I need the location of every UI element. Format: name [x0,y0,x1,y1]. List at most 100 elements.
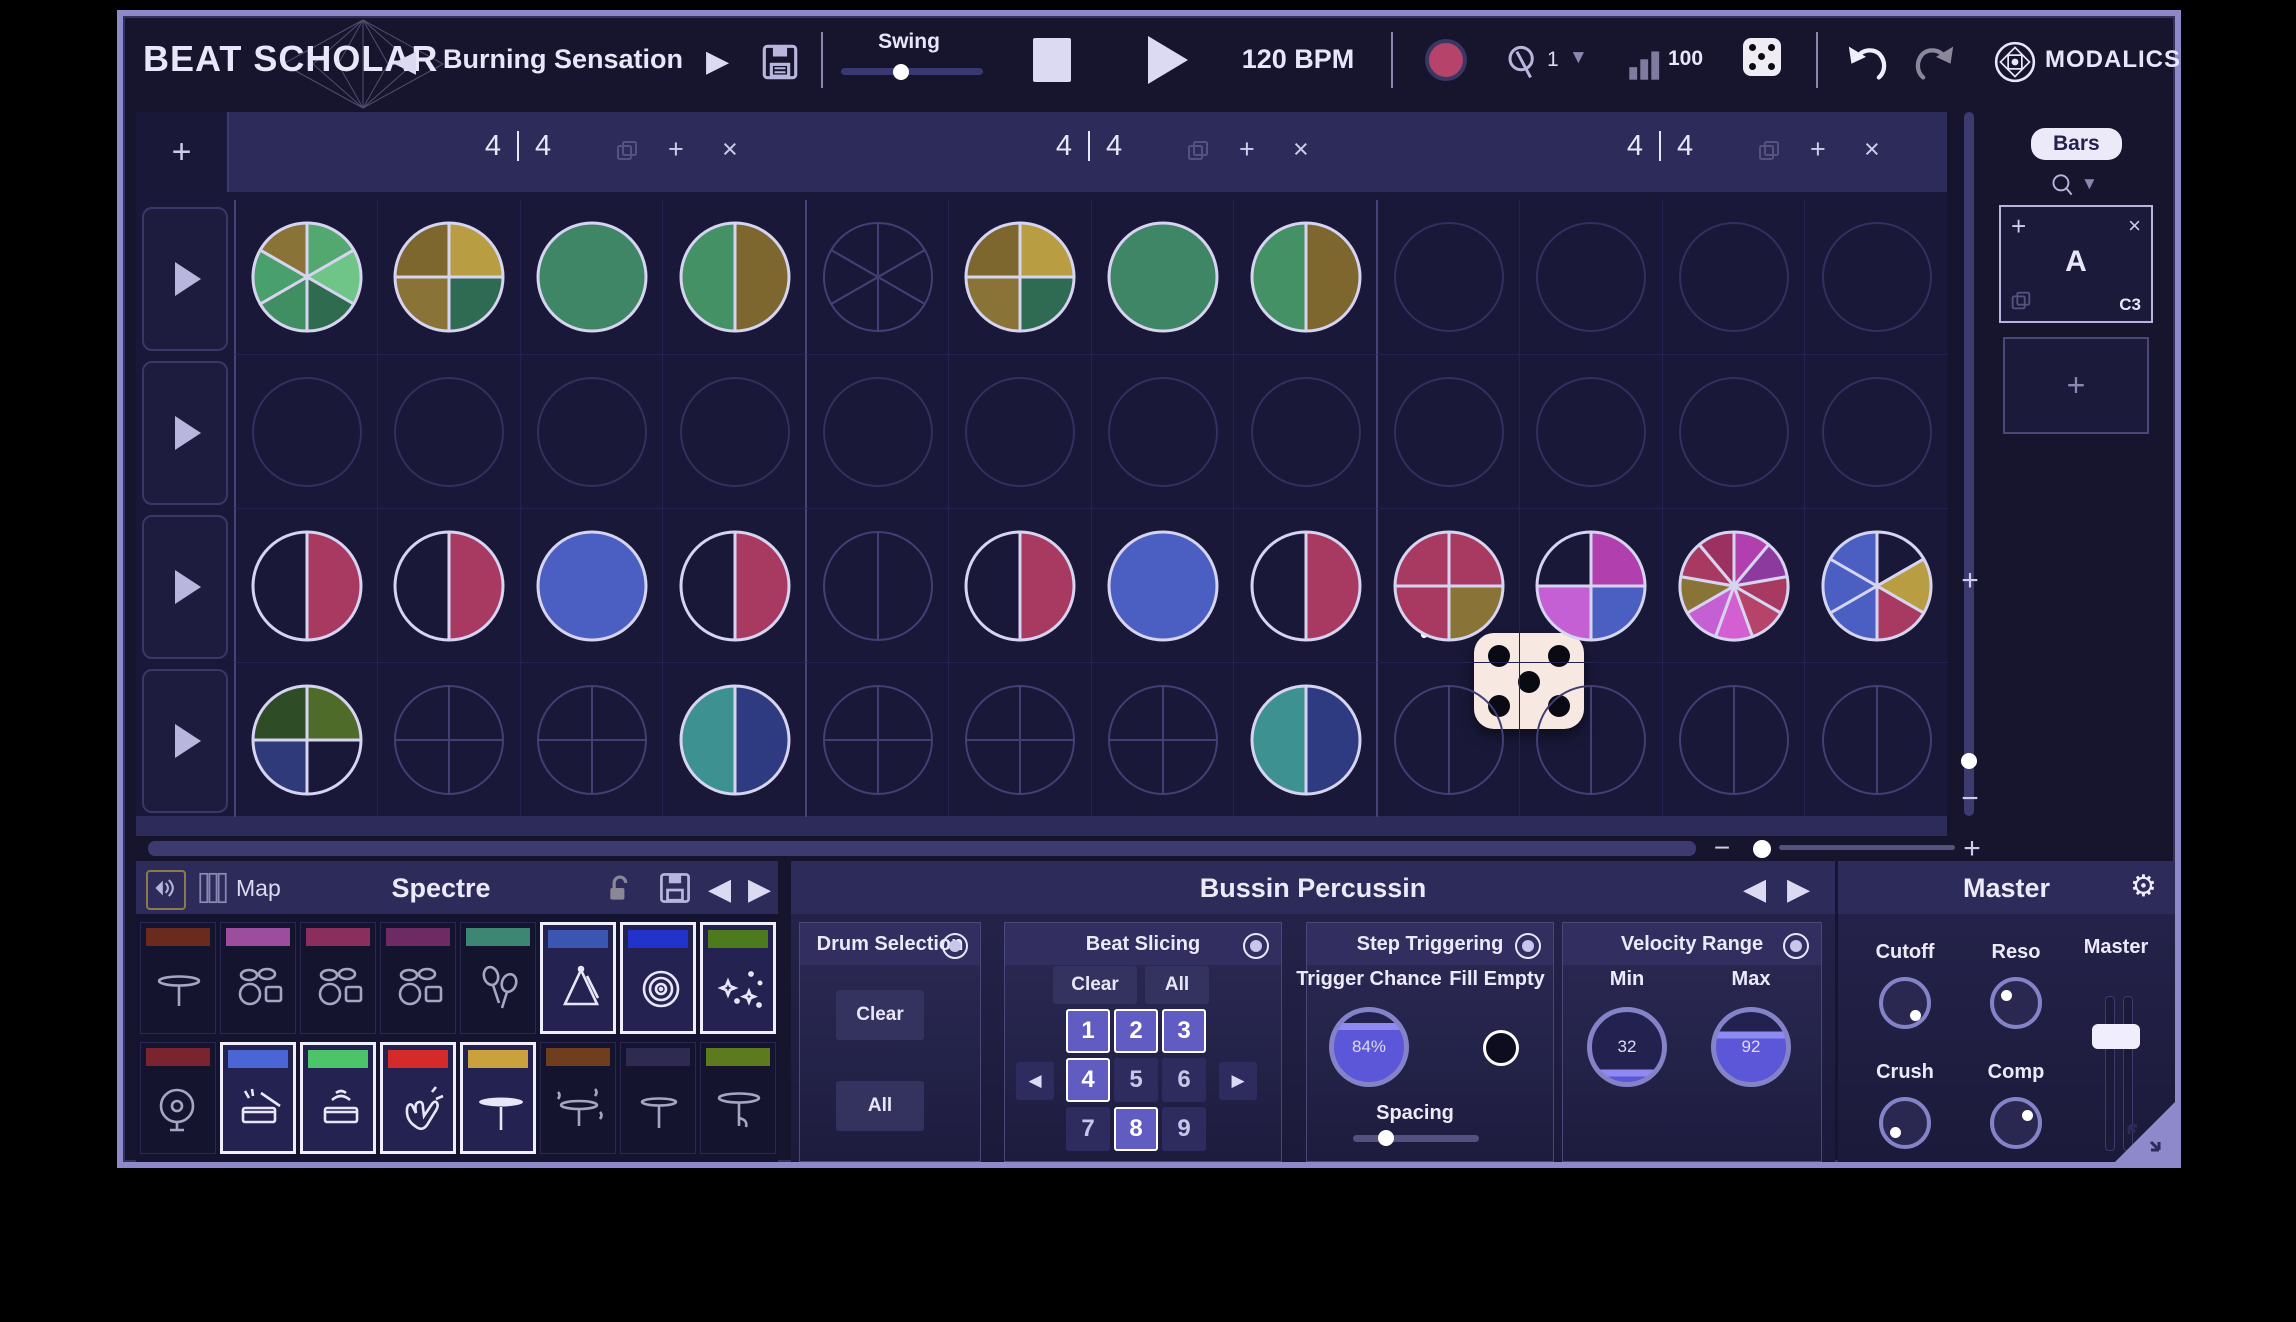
drum-pad[interactable] [220,1042,296,1154]
spacing-slider-handle[interactable] [1378,1130,1394,1146]
track-play-button[interactable] [142,515,228,659]
track-play-button[interactable] [142,207,228,351]
beat-cell[interactable] [377,508,521,663]
map-button[interactable]: Map [236,875,281,902]
drum-pad[interactable] [460,1042,536,1154]
trigger-chance-knob[interactable]: 84% [1329,1007,1409,1087]
beat-cell[interactable] [805,200,950,354]
horizontal-zoom-handle[interactable] [1753,840,1771,858]
beat-circle[interactable] [248,527,366,645]
beat-circle[interactable] [1390,527,1508,645]
drum-pad[interactable] [700,1042,776,1154]
beat-cell[interactable] [1091,354,1235,509]
beat-cell[interactable] [1662,354,1806,509]
beat-cell[interactable] [1519,662,1663,817]
duplicate-section-icon[interactable] [614,138,640,171]
beat-cell[interactable] [520,508,664,663]
modalics-logo-icon[interactable] [1991,38,2039,86]
beat-circle[interactable] [1532,681,1650,799]
slice-page-prev-button[interactable]: ◀ [1016,1062,1054,1100]
velocity-value[interactable]: 100 [1668,47,1703,71]
beat-cell[interactable] [948,508,1092,663]
slice-count-button[interactable]: 7 [1066,1107,1110,1151]
preset-title[interactable]: Burning Sensation [433,44,693,75]
beat-cell[interactable] [1804,662,1948,817]
beat-cell[interactable] [377,354,521,509]
beat-circle[interactable] [390,218,508,336]
beat-circle[interactable] [961,527,1079,645]
sampler-name[interactable]: Spectre [316,873,566,904]
slice-count-button[interactable]: 5 [1114,1058,1158,1102]
drum-pad[interactable] [540,1042,616,1154]
beat-cell[interactable] [1662,200,1806,354]
gear-icon[interactable]: ⚙ [2130,869,2157,904]
delete-section-icon[interactable]: × [722,134,738,165]
drum-pad[interactable] [140,922,216,1034]
spacing-slider[interactable] [1353,1135,1479,1142]
beat-circle[interactable] [390,373,508,491]
beat-cell[interactable] [662,662,806,817]
beat-circle[interactable] [1104,527,1222,645]
beat-circle[interactable] [390,681,508,799]
lock-icon[interactable] [600,869,636,907]
beat-circle[interactable] [1104,218,1222,336]
percussin-next-button[interactable]: ▶ [1787,872,1810,907]
grid-vertical-scrollbar[interactable] [1964,112,1974,816]
knob-reso[interactable] [1990,977,2042,1029]
beat-cell[interactable] [1091,200,1235,354]
duplicate-section-icon[interactable] [1756,138,1782,171]
beat-cell[interactable] [805,354,950,509]
drum-pad[interactable] [140,1042,216,1154]
beat-cell[interactable] [377,662,521,817]
bpm-display[interactable]: 120 BPM [1208,44,1388,75]
play-button[interactable] [1148,36,1188,84]
duplicate-section-icon[interactable] [1185,138,1211,171]
prev-preset-button[interactable]: ◀ [393,44,416,79]
drum-pad[interactable] [380,922,456,1034]
beat-circle[interactable] [1104,373,1222,491]
delete-section-icon[interactable]: × [1864,134,1880,165]
slice-count-button[interactable]: 2 [1114,1009,1158,1053]
beat-cell[interactable] [1233,354,1377,509]
beat-circle[interactable] [819,681,937,799]
beat-cell[interactable] [662,200,806,354]
beat-circle[interactable] [1247,681,1365,799]
beat-cell[interactable] [1376,354,1521,509]
bar-add-icon[interactable]: + [2011,211,2026,242]
vertical-zoom-out-button[interactable]: − [1957,782,1983,816]
beat-circle[interactable] [1247,527,1365,645]
slice-count-button[interactable]: 3 [1162,1009,1206,1053]
add-section-icon[interactable]: + [1810,134,1826,165]
swing-slider[interactable] [841,68,983,75]
add-bar-card[interactable]: + [2003,337,2149,434]
time-signature[interactable]: 44 [448,130,588,163]
drum-pad[interactable] [540,922,616,1034]
drum-selection-led[interactable] [942,933,968,959]
beat-cell[interactable] [1233,508,1377,663]
beat-circle[interactable] [533,527,651,645]
beat-circle[interactable] [676,527,794,645]
sampler-prev-button[interactable]: ◀ [708,872,731,907]
percussin-prev-button[interactable]: ◀ [1743,872,1766,907]
quantize-dropdown-icon[interactable]: ▼ [1569,47,1588,69]
beat-cell[interactable] [662,508,806,663]
beat-cell[interactable] [234,662,379,817]
beat-cell[interactable] [520,200,664,354]
knob-cutoff[interactable] [1879,977,1931,1029]
beat-cell[interactable] [948,662,1092,817]
beat-cell[interactable] [948,354,1092,509]
beat-circle[interactable] [676,681,794,799]
vertical-zoom-handle[interactable] [1961,753,1977,769]
knob-crush[interactable] [1879,1097,1931,1149]
beat-circle[interactable] [1532,527,1650,645]
beat-cell[interactable] [1376,662,1521,817]
beat-cell[interactable] [1804,354,1948,509]
beat-cell[interactable] [1233,662,1377,817]
beat-circle[interactable] [819,373,937,491]
beat-cell[interactable] [1804,508,1948,663]
beat-circle[interactable] [1675,373,1793,491]
drum-pad[interactable] [220,922,296,1034]
velocity-max-knob[interactable]: 92 [1711,1007,1791,1087]
time-signature[interactable]: 44 [1590,130,1730,163]
velocity-min-knob[interactable]: 32 [1587,1007,1667,1087]
